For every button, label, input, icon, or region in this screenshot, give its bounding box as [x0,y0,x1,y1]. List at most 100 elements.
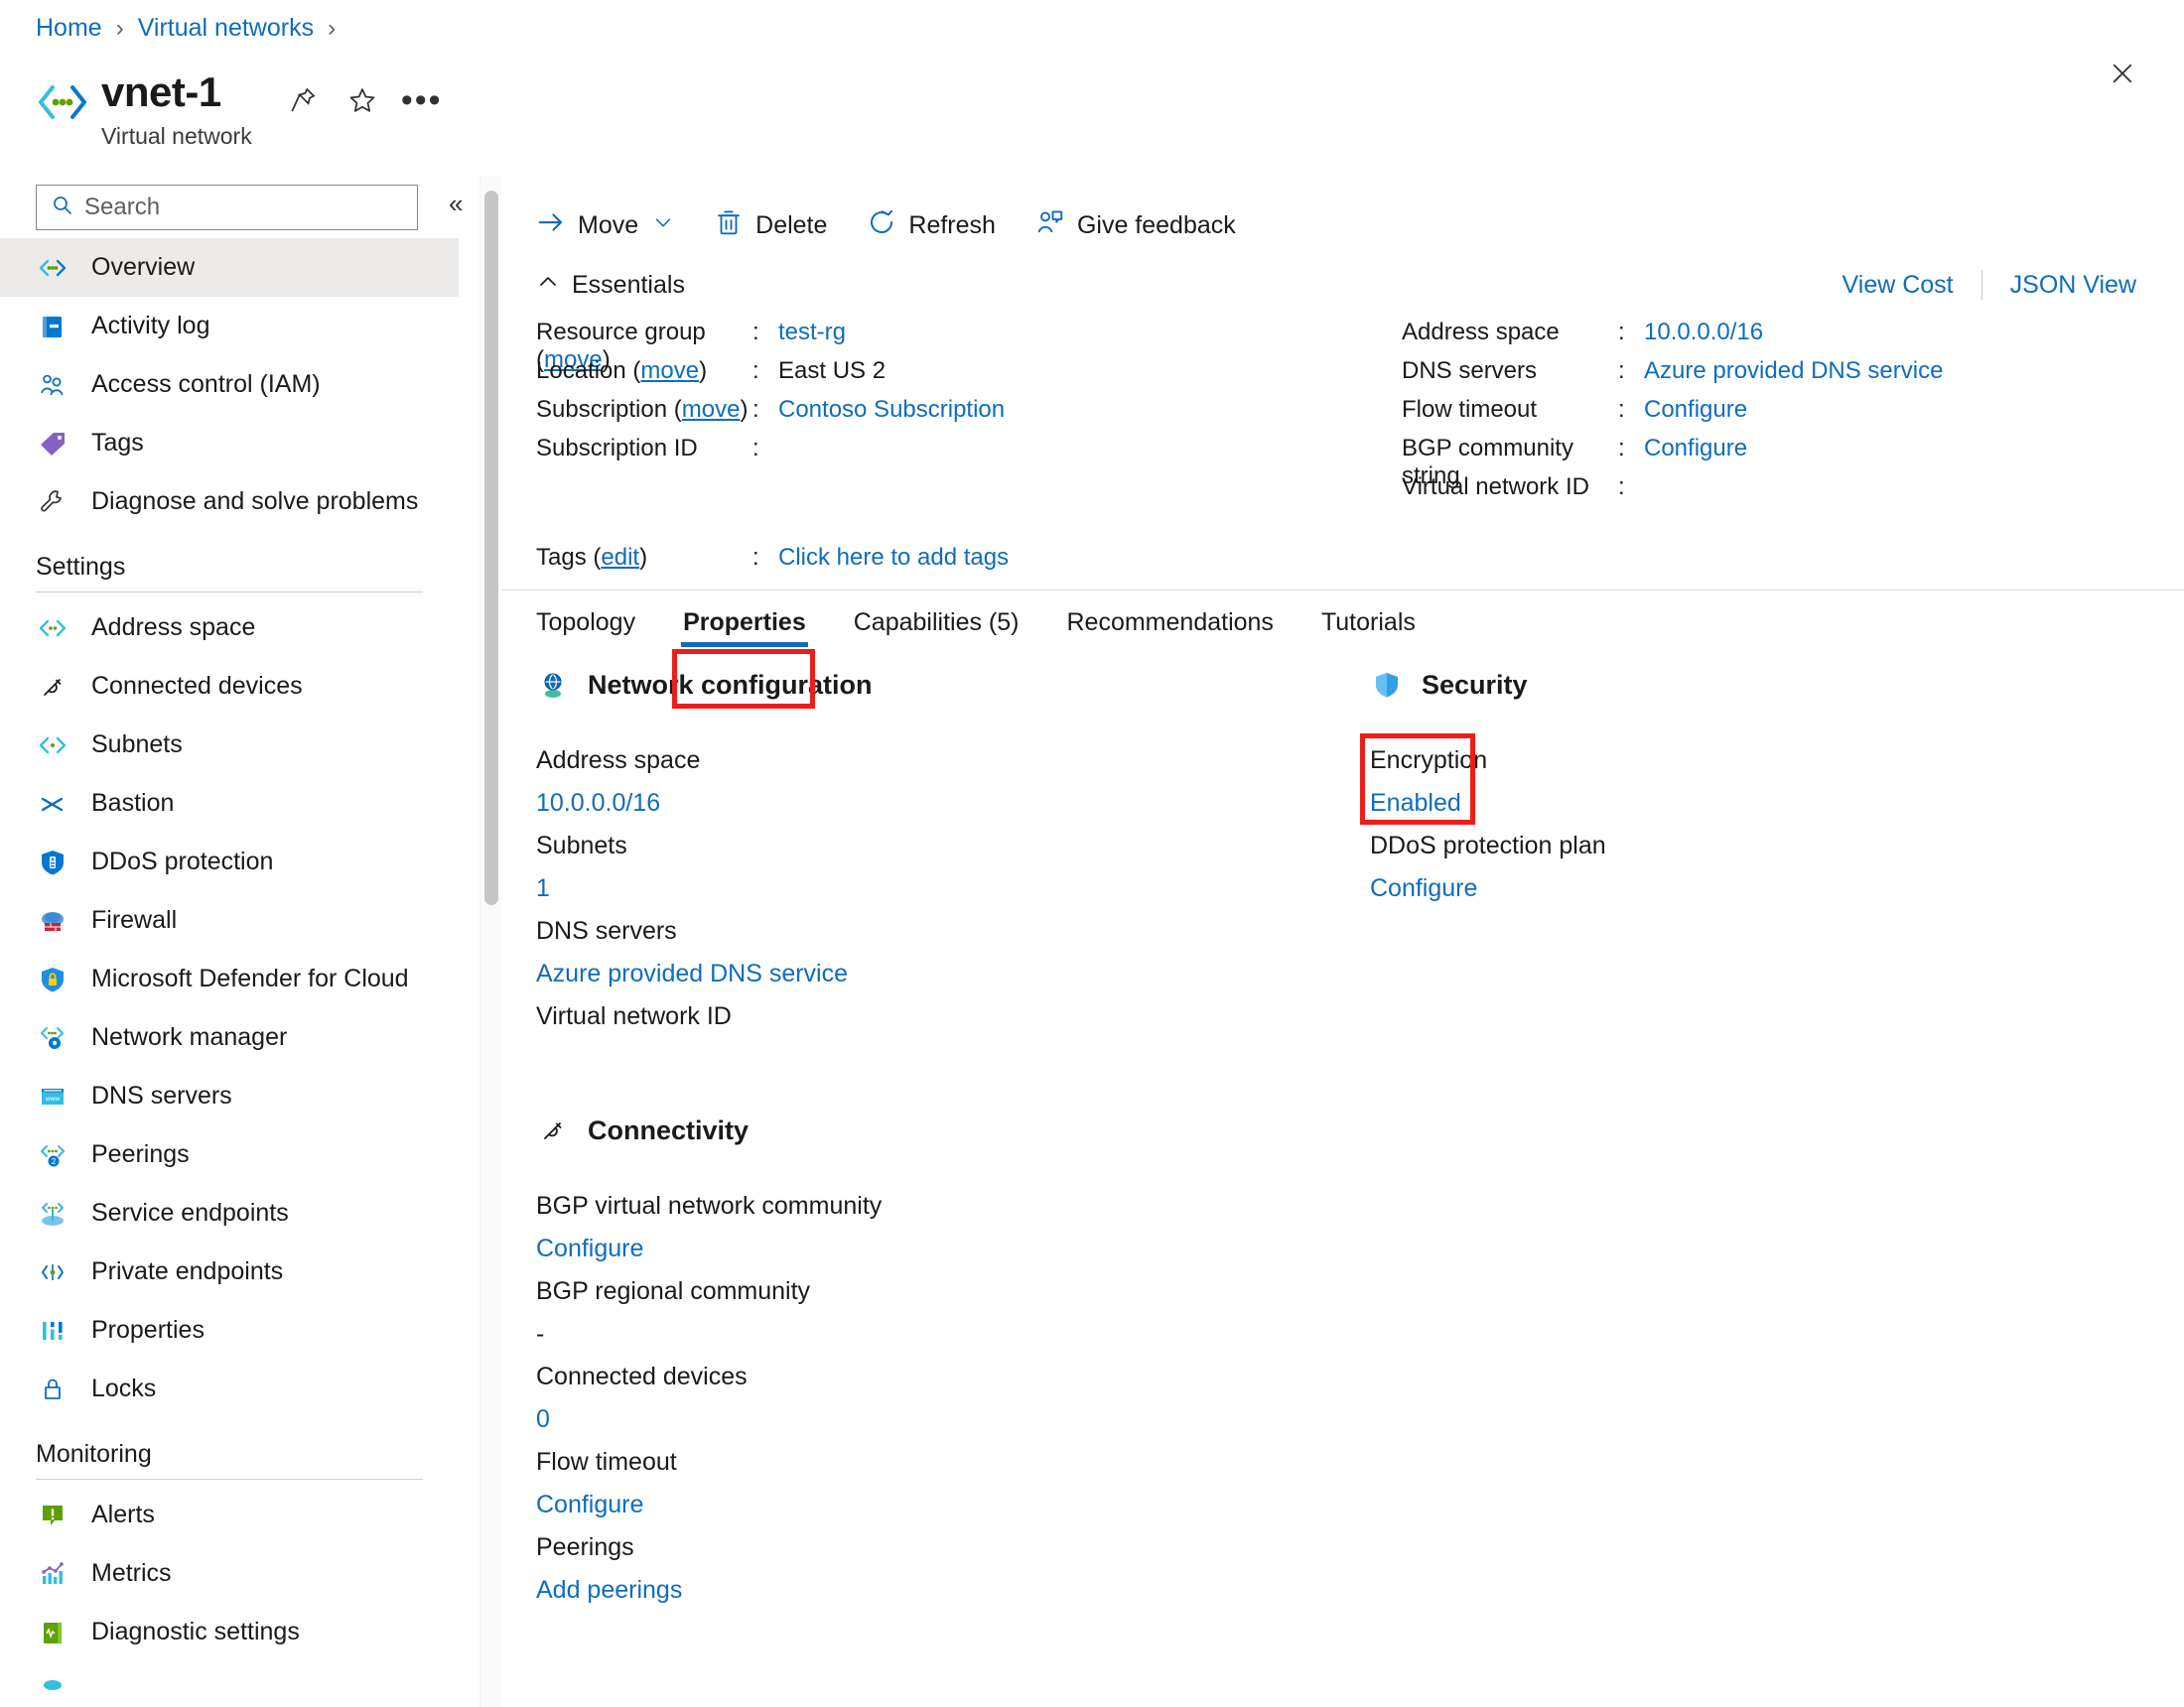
sidebar-item-alerts[interactable]: Alerts [0,1486,459,1544]
bgp-community-string-value[interactable]: Configure [1644,435,1747,462]
sidebar-item-address-space[interactable]: Address space [0,598,459,657]
kv-value[interactable]: 0 [536,1398,1370,1441]
close-icon[interactable] [2099,50,2146,97]
search-box[interactable] [36,185,418,230]
sidebar-item-access-control[interactable]: Access control (IAM) [0,355,459,414]
kv-value[interactable]: Configure [536,1484,1370,1526]
essentials-section: Essentials View Cost JSON View Resource … [502,254,2184,572]
sidebar-item-private-endpoints[interactable]: Private endpoints [0,1243,459,1301]
pane-network-and-connectivity: Network configuration Address space 10.0… [536,668,1370,1612]
kv-value[interactable]: Add peerings [536,1569,1370,1612]
kv-dns-servers: DNS servers Azure provided DNS service [536,910,1370,995]
sidebar-item-peerings[interactable]: 2 Peerings [0,1125,459,1184]
sidebar-item-label: DDoS protection [91,848,274,875]
essentials-key-text: Location [536,357,626,384]
sidebar-scrollbar[interactable] [479,177,501,1707]
colon: : [1618,473,1625,500]
sidebar-item-locks[interactable]: Locks [0,1360,459,1418]
plug-icon [36,670,69,704]
access-control-icon [36,368,69,402]
view-cost-link[interactable]: View Cost [1843,271,1954,300]
sidebar-item-microsoft-defender-for-cloud[interactable]: Microsoft Defender for Cloud [0,950,459,1008]
kv-value[interactable]: Configure [536,1228,1370,1270]
favorite-star-icon[interactable] [345,83,379,117]
essentials-row-location: Location (move) : East US 2 [536,357,1171,396]
essentials-key-text: Subscription [536,396,668,423]
kv-value[interactable]: Configure [1370,867,2065,910]
address-space-value[interactable]: 10.0.0.0/16 [1644,319,1763,346]
edit-tags-link[interactable]: edit [601,544,639,571]
kv-value[interactable]: Azure provided DNS service [536,953,1370,995]
kv-label: DNS servers [536,917,677,945]
arrow-right-icon [536,207,566,244]
tags-key: Tags (edit) [536,544,648,571]
kv-value[interactable]: 10.0.0.0/16 [536,782,1370,825]
tab-tutorials[interactable]: Tutorials [1297,591,1439,637]
kv-subnets: Subnets 1 [536,825,1370,910]
sidebar-item-subnets[interactable]: Subnets [0,716,459,774]
sidebar-item-bastion[interactable]: Bastion [0,774,459,833]
sidebar-item-metrics[interactable]: Metrics [0,1544,459,1603]
sidebar-item-network-manager[interactable]: Network manager [0,1008,459,1067]
dns-server-icon: www [36,1080,69,1114]
sidebar-item-connected-devices[interactable]: Connected devices [0,657,459,716]
connectivity-heading: Connectivity [536,1114,1370,1147]
sidebar-scrollbar-thumb[interactable] [484,191,498,905]
sidebar-item-properties[interactable]: Properties [0,1301,459,1360]
tab-bar: Topology Properties Capabilities (5) Rec… [502,591,2184,658]
sidebar-item-service-endpoints[interactable]: Service endpoints [0,1184,459,1243]
tab-capabilities[interactable]: Capabilities (5) [830,591,1043,637]
more-options-icon[interactable]: ••• [401,83,441,117]
breadcrumb: Home › Virtual networks › [36,14,336,43]
sidebar-item-label: Locks [91,1375,157,1402]
tab-label: Topology [536,608,636,636]
flow-timeout-value[interactable]: Configure [1644,396,1747,424]
kv-value[interactable]: Enabled [1370,782,2065,825]
resource-header: vnet-1 Virtual network ••• [36,67,441,150]
move-link[interactable]: move [640,357,699,384]
subscription-value[interactable]: Contoso Subscription [778,396,1005,424]
sidebar-item-partial[interactable] [0,1661,459,1707]
json-view-link[interactable]: JSON View [2010,271,2136,300]
kv-label: BGP regional community [536,1277,811,1305]
breadcrumb-item-virtual-networks[interactable]: Virtual networks [138,14,314,43]
tab-topology[interactable]: Topology [536,591,659,637]
search-input[interactable] [84,194,382,221]
pin-icon[interactable] [286,83,320,117]
move-button[interactable]: Move [536,207,674,244]
colon: : [752,396,759,423]
sidebar-item-diagnose-and-solve-problems[interactable]: Diagnose and solve problems [0,472,459,531]
tab-recommendations[interactable]: Recommendations [1043,591,1297,637]
activity-log-icon [36,310,69,343]
collapse-sidebar-button[interactable]: « [449,189,464,219]
sidebar-item-label: Connected devices [91,672,303,700]
metrics-chart-icon [36,1557,69,1591]
move-link[interactable]: move [682,396,741,423]
give-feedback-button[interactable]: Give feedback [1035,207,1236,244]
add-tags-link[interactable]: Click here to add tags [778,544,1009,572]
delete-label: Delete [755,210,828,239]
dns-servers-value[interactable]: Azure provided DNS service [1644,357,1943,385]
sidebar-item-firewall[interactable]: Firewall [0,891,459,950]
sidebar-item-diagnostic-settings[interactable]: Diagnostic settings [0,1603,459,1661]
security-heading: Security [1370,668,2065,702]
chevron-up-icon [536,270,560,301]
resource-group-value[interactable]: test-rg [778,319,846,346]
delete-button[interactable]: Delete [714,207,827,244]
sidebar-item-ddos-protection[interactable]: DDoS protection [0,833,459,891]
sidebar-item-tags[interactable]: Tags [0,414,459,472]
tab-properties[interactable]: Properties [659,591,830,647]
chevron-down-icon[interactable] [652,211,674,239]
kv-value[interactable]: 1 [536,867,1370,910]
breadcrumb-item-home[interactable]: Home [36,14,102,43]
kv-peerings: Peerings Add peerings [536,1526,1370,1612]
tab-label: Properties [683,608,806,636]
essentials-toggle[interactable]: Essentials [536,270,685,301]
trash-icon [714,207,744,244]
partial-icon [36,1674,69,1707]
kv-label: DDoS protection plan [1370,832,1606,859]
sidebar-item-overview[interactable]: Overview [0,238,459,297]
sidebar-item-dns-servers[interactable]: www DNS servers [0,1067,459,1125]
sidebar-item-activity-log[interactable]: Activity log [0,297,459,355]
refresh-button[interactable]: Refresh [867,207,996,244]
